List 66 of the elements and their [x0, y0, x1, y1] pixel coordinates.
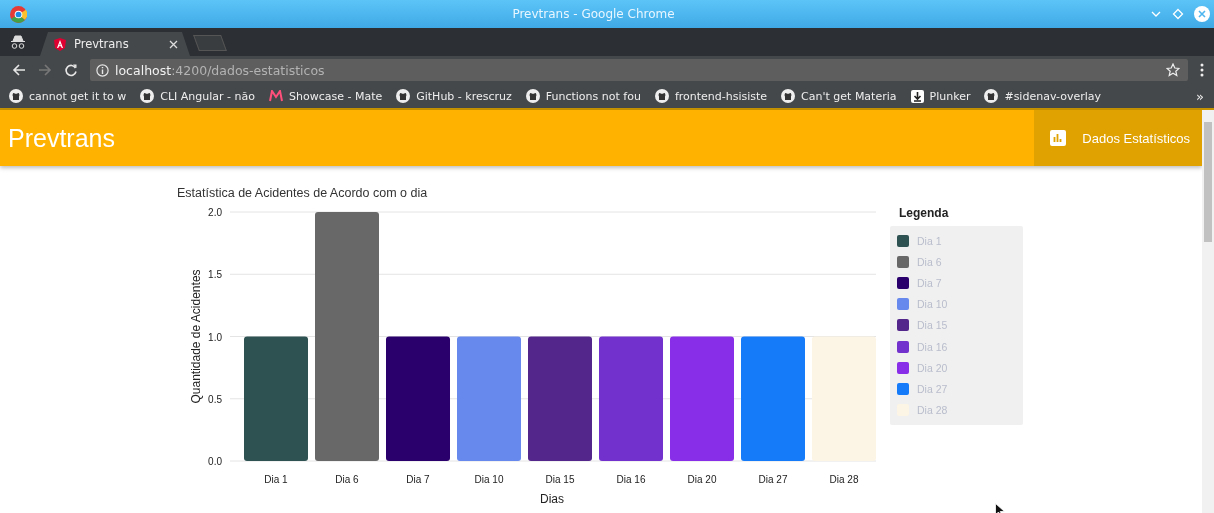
- x-tick-label: Dia 10: [474, 474, 504, 485]
- menu-icon[interactable]: [1200, 63, 1204, 77]
- github-icon: [654, 89, 669, 103]
- bookmark-title: frontend-hsisiste: [674, 89, 768, 103]
- info-icon: [96, 63, 109, 77]
- x-tick-label: Dia 27: [758, 474, 788, 485]
- github-icon: [9, 89, 23, 103]
- bookmark-item[interactable]: Showcase - Mate: [263, 89, 388, 103]
- bar-chart-icon: [1050, 130, 1067, 146]
- bookmark-item[interactable]: frontend-hsisiste: [649, 89, 773, 103]
- bookmark-item[interactable]: Can't get Materia: [776, 89, 902, 103]
- y-tick-label: 1.5: [208, 269, 222, 281]
- letter-m-icon: [268, 90, 283, 102]
- bookmark-item[interactable]: Functions not fou: [520, 89, 646, 103]
- x-tick-label: Dia 7: [406, 474, 430, 485]
- bookmark-item[interactable]: CLI Angular - não: [135, 89, 260, 103]
- bookmark-item[interactable]: cannot get it to w: [4, 89, 132, 103]
- browser-tab[interactable]: Prevtrans: [40, 32, 190, 56]
- reload-icon[interactable]: [64, 63, 78, 77]
- close-icon[interactable]: [169, 39, 178, 49]
- github-icon: [781, 89, 796, 103]
- y-tick-label: 0.5: [208, 393, 222, 405]
- bookmark-title: Functions not fou: [545, 89, 641, 103]
- bookmark-title: #sidenav-overlay: [1004, 89, 1102, 103]
- github-icon: [525, 89, 540, 103]
- window-title: Prevtrans - Google Chrome: [511, 7, 676, 21]
- x-tick-label: Dia 6: [335, 474, 359, 485]
- y-tick-label: 0.0: [208, 456, 222, 467]
- x-axis-label: Dias: [540, 492, 564, 506]
- bookmark-title: GitHub - krescruz: [416, 89, 512, 103]
- bookmark-title: Can't get Materia: [801, 89, 897, 103]
- legend-title: Legenda: [899, 206, 950, 220]
- y-tick-label: 2.0: [208, 207, 222, 218]
- address-field[interactable]: localhost:4200/dados-estatisticos: [90, 59, 1188, 81]
- star-icon[interactable]: [1166, 63, 1180, 77]
- y-axis-label: Quantidade de Acidentes: [189, 269, 203, 404]
- x-tick-label: Dia 20: [687, 474, 717, 485]
- chart-title: Estatística de Acidentes de Acordo com o dia: [177, 186, 428, 200]
- bookmark-title: CLI Angular - não: [160, 89, 255, 103]
- bookmark-item[interactable]: Plunker: [905, 89, 976, 103]
- x-tick-label: Dia 15: [545, 474, 575, 485]
- bookmark-title: cannot get it to w: [29, 89, 127, 103]
- incognito-icon: [10, 35, 26, 49]
- x-tick-label: Dia 1: [264, 474, 288, 485]
- forward-icon[interactable]: [38, 63, 52, 77]
- bookmark-item[interactable]: #sidenav-overlay: [979, 89, 1107, 103]
- back-icon[interactable]: [12, 63, 26, 77]
- github-icon: [140, 89, 155, 103]
- maximize-icon[interactable]: [1172, 8, 1184, 20]
- bookmark-title: Showcase - Mate: [288, 89, 383, 103]
- download-icon: [910, 89, 924, 103]
- scrollbar[interactable]: [1202, 110, 1214, 513]
- angular-icon: [54, 37, 66, 51]
- x-tick-label: Dia 28: [829, 474, 859, 485]
- github-icon: [984, 89, 999, 103]
- chrome-logo-icon: [10, 5, 27, 23]
- github-icon: [396, 89, 411, 103]
- app-title: Prevtrans: [7, 123, 115, 153]
- url-text: localhost:4200/dados-estatisticos: [115, 62, 325, 78]
- new-tab-button[interactable]: [193, 35, 227, 51]
- more-bookmarks-button[interactable]: »: [1196, 88, 1204, 104]
- bookmark-title: Plunker: [929, 89, 971, 103]
- tab-title: Prevtrans: [74, 37, 129, 51]
- y-tick-label: 1.0: [208, 331, 222, 343]
- bookmark-item[interactable]: GitHub - krescruz: [391, 89, 517, 103]
- x-tick-label: Dia 16: [616, 474, 646, 485]
